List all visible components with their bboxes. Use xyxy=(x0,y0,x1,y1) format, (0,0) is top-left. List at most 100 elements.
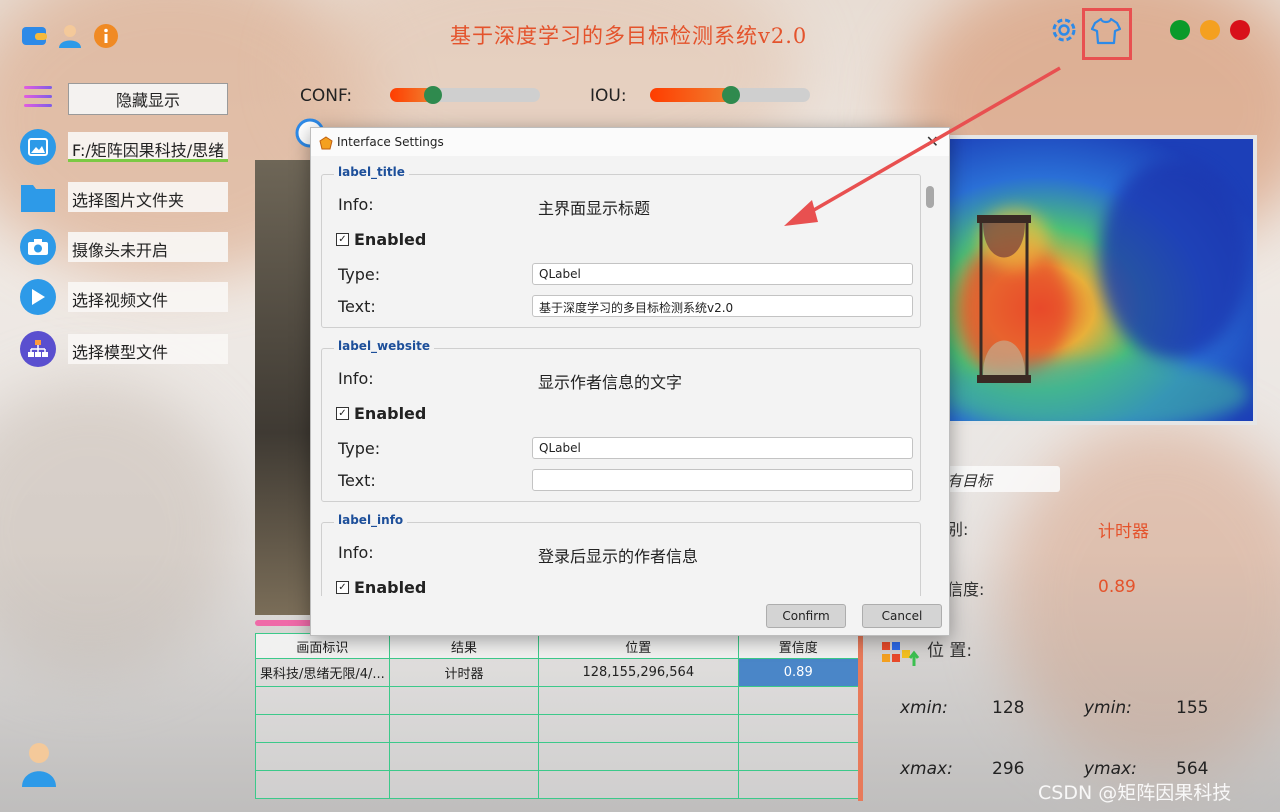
ymin-value: 155 xyxy=(1176,698,1209,718)
table-row[interactable] xyxy=(255,714,859,743)
enabled-checkbox[interactable]: ✓ Enabled xyxy=(336,404,426,423)
column-header[interactable]: 位置 xyxy=(538,633,739,659)
class-label: 别: xyxy=(947,520,969,539)
scrollbar-thumb[interactable] xyxy=(926,186,934,208)
checkbox-checked-icon[interactable]: ✓ xyxy=(336,581,349,594)
dialog-title: Interface Settings xyxy=(337,135,444,149)
checkbox-checked-icon[interactable]: ✓ xyxy=(336,407,349,420)
info-icon[interactable] xyxy=(92,22,120,50)
iou-slider-handle[interactable] xyxy=(722,86,740,104)
type-input[interactable]: QLabel xyxy=(532,437,913,459)
info-label: Info: xyxy=(338,195,374,214)
xmin-value: 128 xyxy=(992,698,1025,718)
results-table: 画面标识 结果 位置 置信度 果科技/思绪无限/4/... 计时器 128,15… xyxy=(255,633,859,799)
menu-icon[interactable] xyxy=(24,86,52,112)
settings-group-label-info: label_info Info: 登录后显示的作者信息 ✓ Enabled xyxy=(321,513,921,596)
target-select[interactable]: 有目标 xyxy=(945,466,1060,492)
camera-icon xyxy=(20,229,56,265)
iou-slider[interactable] xyxy=(650,86,810,104)
sidebar-item-video[interactable]: 选择视频文件 xyxy=(20,279,228,315)
column-header[interactable]: 置信度 xyxy=(737,633,859,659)
model-icon xyxy=(20,331,56,367)
xmax-value: 296 xyxy=(992,759,1025,779)
table-cell[interactable]: 计时器 xyxy=(388,658,540,687)
settings-gear-icon[interactable] xyxy=(1048,14,1080,46)
group-title: label_title xyxy=(334,165,409,179)
column-header[interactable]: 画面标识 xyxy=(255,633,390,659)
iou-label: IOU: xyxy=(590,86,627,106)
close-button[interactable] xyxy=(1230,20,1250,40)
hourglass-object xyxy=(977,215,1031,383)
ymax-label: ymax: xyxy=(1084,759,1137,779)
play-icon xyxy=(20,279,56,315)
group-title: label_website xyxy=(334,339,434,353)
table-cell[interactable]: 果科技/思绪无限/4/... xyxy=(255,658,390,687)
sidebar-item-label: 选择模型文件 xyxy=(68,334,228,364)
type-label: Type: xyxy=(338,439,381,458)
table-row[interactable] xyxy=(255,686,859,715)
conf-label: CONF: xyxy=(300,86,353,106)
watermark: CSDN @矩阵因果科技 xyxy=(1038,782,1232,804)
info-text: 主界面显示标题 xyxy=(538,199,651,218)
avatar-icon[interactable] xyxy=(20,740,58,788)
folder-icon xyxy=(20,179,56,215)
sidebar-item-label: 摄像头未开启 xyxy=(68,232,228,262)
ymax-value: 564 xyxy=(1176,759,1209,779)
conf-slider[interactable] xyxy=(390,86,540,104)
text-label: Text: xyxy=(338,471,376,490)
dialog-titlebar: Interface Settings ✕ xyxy=(311,128,949,156)
info-label: Info: xyxy=(338,543,374,562)
text-label: Text: xyxy=(338,297,376,316)
cancel-button[interactable]: Cancel xyxy=(862,604,942,628)
progress-bar xyxy=(255,620,315,626)
enabled-checkbox[interactable]: ✓ Enabled xyxy=(336,578,426,596)
table-cell[interactable]: 0.89 xyxy=(737,658,859,687)
sidebar-item-folder[interactable]: 选择图片文件夹 xyxy=(20,179,228,215)
text-input[interactable]: 基于深度学习的多目标检测系统v2.0 xyxy=(532,295,913,317)
confirm-button[interactable]: Confirm xyxy=(766,604,846,628)
class-value: 计时器 xyxy=(1098,522,1149,542)
sidebar-item-label: 选择图片文件夹 xyxy=(68,182,228,212)
highlight-box xyxy=(1082,8,1132,60)
maximize-button[interactable] xyxy=(1170,20,1190,40)
ymin-label: ymin: xyxy=(1084,698,1132,718)
info-label: Info: xyxy=(338,369,374,388)
table-scrollbar[interactable] xyxy=(858,633,863,801)
settings-group-label-title: label_title Info: 主界面显示标题 ✓ Enabled Type:… xyxy=(321,165,921,328)
checkbox-checked-icon[interactable]: ✓ xyxy=(336,233,349,246)
table-cell[interactable]: 128,155,296,564 xyxy=(538,658,739,687)
toggle-display-button[interactable]: 隐藏显示 xyxy=(68,83,228,115)
interface-settings-dialog: Interface Settings ✕ label_title Info: 主… xyxy=(310,127,950,636)
confidence-label: 信度: xyxy=(947,580,985,599)
text-input[interactable] xyxy=(532,469,913,491)
minimize-button[interactable] xyxy=(1200,20,1220,40)
xmin-label: xmin: xyxy=(900,698,948,718)
wallet-icon[interactable] xyxy=(20,22,50,50)
enabled-checkbox[interactable]: ✓ Enabled xyxy=(336,230,426,249)
dialog-scrollbar[interactable] xyxy=(923,178,937,598)
sidebar-item-image[interactable]: F:/矩阵因果科技/思绪 xyxy=(20,129,228,165)
image-icon xyxy=(20,129,56,165)
position-icon xyxy=(880,640,920,668)
column-header[interactable]: 结果 xyxy=(388,633,540,659)
table-row[interactable]: 果科技/思绪无限/4/... 计时器 128,155,296,564 0.89 xyxy=(255,658,859,687)
type-input[interactable]: QLabel xyxy=(532,263,913,285)
settings-group-label-website: label_website Info: 显示作者信息的文字 ✓ Enabled T… xyxy=(321,339,921,502)
detection-heatmap-view xyxy=(945,135,1257,425)
sidebar-item-model[interactable]: 选择模型文件 xyxy=(20,331,228,367)
settings-scroll-area[interactable]: label_title Info: 主界面显示标题 ✓ Enabled Type:… xyxy=(319,164,921,596)
conf-slider-handle[interactable] xyxy=(424,86,442,104)
close-icon[interactable]: ✕ xyxy=(926,132,939,151)
info-text: 显示作者信息的文字 xyxy=(538,373,683,392)
table-row[interactable] xyxy=(255,770,859,799)
table-row[interactable] xyxy=(255,742,859,771)
app-logo-icon xyxy=(319,135,333,150)
user-icon[interactable] xyxy=(56,22,84,50)
sidebar-item-camera[interactable]: 摄像头未开启 xyxy=(20,229,228,265)
xmax-label: xmax: xyxy=(900,759,953,779)
sidebar-item-label: F:/矩阵因果科技/思绪 xyxy=(68,132,228,162)
type-label: Type: xyxy=(338,265,381,284)
original-image-view xyxy=(255,160,315,615)
info-text: 登录后显示的作者信息 xyxy=(538,547,699,566)
position-label: 位 置: xyxy=(927,641,973,661)
